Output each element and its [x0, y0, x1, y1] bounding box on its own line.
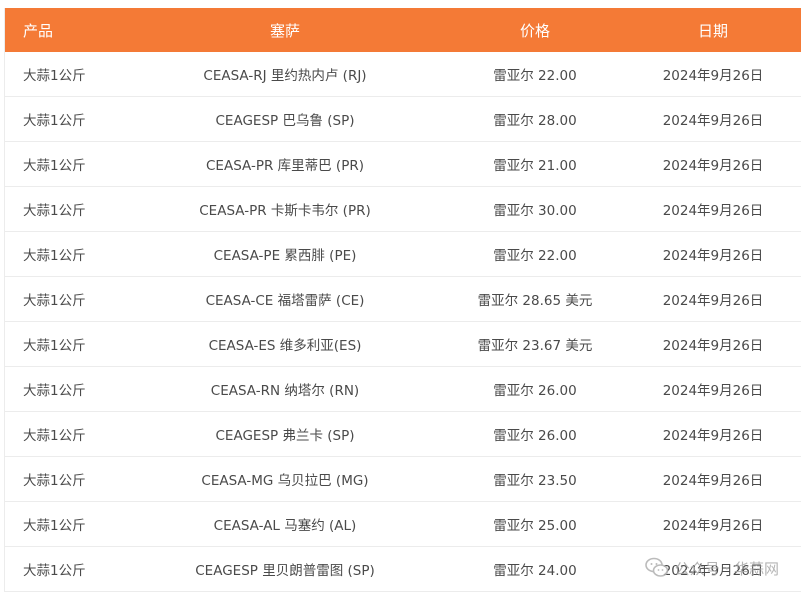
cell-date: 2024年9月26日 [625, 276, 801, 322]
cell-ceasa: CEASA-ES 维多利亚(ES) [125, 321, 445, 367]
cell-product: 大蒜1公斤 [5, 366, 125, 412]
cell-date: 2024年9月26日 [625, 52, 801, 97]
cell-product: 大蒜1公斤 [5, 231, 125, 277]
cell-product: 大蒜1公斤 [5, 501, 125, 547]
table-row: 大蒜1公斤 CEASA-MG 乌贝拉巴 (MG) 雷亚尔 23.50 2024年9月2… [5, 456, 801, 502]
cell-product: 大蒜1公斤 [5, 411, 125, 457]
cell-date: 2024年9月26日 [625, 411, 801, 457]
cell-ceasa: CEASA-PE 累西腓 (PE) [125, 231, 445, 277]
price-table-container: 产品 塞萨 价格 日期 大蒜1公斤 CEASA-RJ 里约热内卢 (RJ) 雷亚尔 … [4, 8, 801, 592]
cell-product: 大蒜1公斤 [5, 456, 125, 502]
cell-date: 2024年9月26日 [625, 231, 801, 277]
cell-ceasa: CEASA-AL 马塞约 (AL) [125, 501, 445, 547]
cell-product: 大蒜1公斤 [5, 276, 125, 322]
cell-price: 雷亚尔 28.00 [445, 96, 625, 142]
cell-price: 雷亚尔 22.00 [445, 52, 625, 97]
cell-ceasa: CEASA-MG 乌贝拉巴 (MG) [125, 456, 445, 502]
cell-product: 大蒜1公斤 [5, 96, 125, 142]
cell-price: 雷亚尔 24.00 [445, 546, 625, 592]
header-price: 价格 [445, 8, 625, 52]
cell-product: 大蒜1公斤 [5, 321, 125, 367]
table-row: 大蒜1公斤 CEAGESP 巴乌鲁 (SP) 雷亚尔 28.00 2024年9月26日 [5, 96, 801, 142]
cell-ceasa: CEASA-CE 福塔雷萨 (CE) [125, 276, 445, 322]
cell-price: 雷亚尔 28.65 美元 [445, 276, 625, 322]
cell-ceasa: CEAGESP 弗兰卡 (SP) [125, 411, 445, 457]
cell-price: 雷亚尔 23.67 美元 [445, 321, 625, 367]
header-product: 产品 [5, 8, 125, 52]
table-row: 大蒜1公斤 CEASA-RN 纳塔尔 (RN) 雷亚尔 26.00 2024年9月26… [5, 366, 801, 412]
cell-date: 2024年9月26日 [625, 321, 801, 367]
price-table: 产品 塞萨 价格 日期 大蒜1公斤 CEASA-RJ 里约热内卢 (RJ) 雷亚尔 … [5, 8, 801, 592]
cell-date: 2024年9月26日 [625, 501, 801, 547]
watermark-text: 公众号 · 华蒜网 [674, 559, 779, 578]
cell-date: 2024年9月26日 [625, 186, 801, 232]
cell-ceasa: CEASA-PR 库里蒂巴 (PR) [125, 141, 445, 187]
table-body: 大蒜1公斤 CEASA-RJ 里约热内卢 (RJ) 雷亚尔 22.00 2024年9月… [5, 52, 801, 592]
table-row: 大蒜1公斤 CEASA-PR 库里蒂巴 (PR) 雷亚尔 21.00 2024年9月2… [5, 141, 801, 187]
cell-product: 大蒜1公斤 [5, 546, 125, 592]
cell-product: 大蒜1公斤 [5, 186, 125, 232]
cell-price: 雷亚尔 21.00 [445, 141, 625, 187]
cell-price: 雷亚尔 26.00 [445, 366, 625, 412]
cell-date: 2024年9月26日 [625, 456, 801, 502]
cell-date: 2024年9月26日 [625, 366, 801, 412]
cell-price: 雷亚尔 22.00 [445, 231, 625, 277]
cell-ceasa: CEASA-RJ 里约热内卢 (RJ) [125, 52, 445, 97]
watermark: 公众号 · 华蒜网 [644, 557, 779, 579]
table-header: 产品 塞萨 价格 日期 [5, 8, 801, 52]
table-row: 大蒜1公斤 CEASA-RJ 里约热内卢 (RJ) 雷亚尔 22.00 2024年9月… [5, 52, 801, 97]
table-row: 大蒜1公斤 CEASA-ES 维多利亚(ES) 雷亚尔 23.67 美元 2024年9… [5, 321, 801, 367]
wechat-icon [644, 557, 668, 577]
cell-date: 2024年9月26日 [625, 96, 801, 142]
table-row: 大蒜1公斤 CEASA-CE 福塔雷萨 (CE) 雷亚尔 28.65 美元 2024年… [5, 276, 801, 322]
cell-ceasa: CEAGESP 里贝朗普雷图 (SP) [125, 546, 445, 592]
table-row: 大蒜1公斤 CEAGESP 弗兰卡 (SP) 雷亚尔 26.00 2024年9月26日 [5, 411, 801, 457]
cell-price: 雷亚尔 23.50 [445, 456, 625, 502]
cell-ceasa: CEAGESP 巴乌鲁 (SP) [125, 96, 445, 142]
cell-product: 大蒜1公斤 [5, 52, 125, 97]
cell-price: 雷亚尔 30.00 [445, 186, 625, 232]
cell-ceasa: CEASA-PR 卡斯卡韦尔 (PR) [125, 186, 445, 232]
header-ceasa: 塞萨 [125, 8, 445, 52]
cell-date: 2024年9月26日 [625, 141, 801, 187]
table-row: 大蒜1公斤 CEASA-PR 卡斯卡韦尔 (PR) 雷亚尔 30.00 2024年9月… [5, 186, 801, 232]
header-date: 日期 [625, 8, 801, 52]
cell-price: 雷亚尔 26.00 [445, 411, 625, 457]
cell-price: 雷亚尔 25.00 [445, 501, 625, 547]
table-row: 大蒜1公斤 CEASA-PE 累西腓 (PE) 雷亚尔 22.00 2024年9月26… [5, 231, 801, 277]
table-row: 大蒜1公斤 CEASA-AL 马塞约 (AL) 雷亚尔 25.00 2024年9月26… [5, 501, 801, 547]
cell-ceasa: CEASA-RN 纳塔尔 (RN) [125, 366, 445, 412]
cell-product: 大蒜1公斤 [5, 141, 125, 187]
header-row: 产品 塞萨 价格 日期 [5, 8, 801, 52]
